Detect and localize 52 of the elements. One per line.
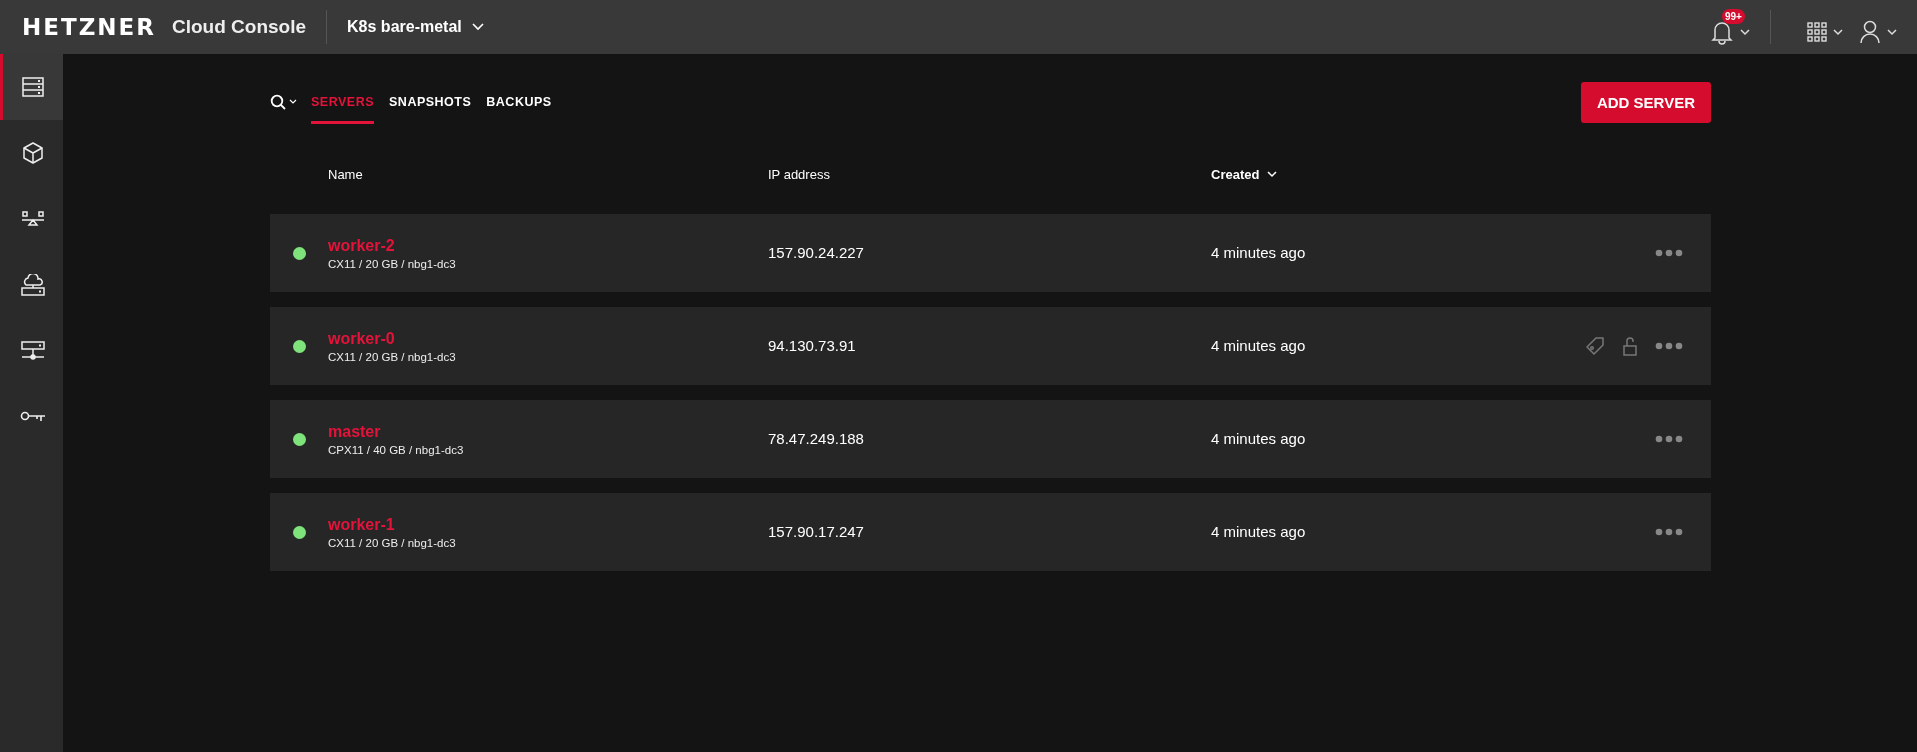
more-options-icon[interactable] [1655, 435, 1683, 443]
server-row[interactable]: worker-2 CX11 / 20 GB / nbg1-dc3 157.90.24.227 4 minutes ago [270, 214, 1711, 292]
bell-icon [1710, 19, 1734, 45]
server-spec: CX11 / 20 GB / nbg1-dc3 [328, 536, 456, 549]
created-time: 4 minutes ago [1211, 244, 1306, 261]
created-time: 4 minutes ago [1211, 523, 1306, 540]
balance-icon [21, 211, 45, 227]
key-icon [20, 411, 46, 423]
sort-caret-icon [1267, 170, 1278, 178]
server-row[interactable]: worker-0 CX11 / 20 GB / nbg1-dc3 94.130.73.91 4 minutes ago [270, 307, 1711, 385]
column-header[interactable]: Created [1211, 166, 1278, 182]
caret-icon [471, 23, 484, 31]
cube-icon [23, 142, 43, 164]
server-row[interactable]: master CPX11 / 40 GB / nbg1-dc3 78.47.249.188 4 minutes ago [270, 400, 1711, 478]
user-icon [1859, 20, 1881, 44]
label-tag-icon[interactable] [1585, 336, 1605, 356]
add-server-button[interactable]: ADD SERVER [1580, 81, 1711, 123]
ip-address: 157.90.17.247 [768, 523, 864, 540]
created-time: 4 minutes ago [1211, 430, 1306, 447]
tab[interactable]: SERVERS [311, 80, 374, 124]
ip-address: 157.90.24.227 [768, 244, 864, 261]
network-icon [21, 341, 45, 361]
project-dropdown[interactable]: K8s bare-metal [347, 18, 484, 36]
server-rack-icon [22, 77, 44, 97]
column-header[interactable]: IP address [768, 166, 830, 182]
ip-address: 94.130.73.91 [768, 337, 856, 354]
column-header[interactable]: Name [328, 166, 363, 182]
notifications-button[interactable]: 99+ [1710, 9, 1750, 45]
caret-icon [1740, 28, 1750, 36]
search-icon [270, 94, 286, 110]
server-row[interactable]: worker-1 CX11 / 20 GB / nbg1-dc3 157.90.17.247 4 minutes ago [270, 493, 1711, 571]
caret-icon [1887, 28, 1897, 36]
more-options-icon[interactable] [1655, 342, 1683, 350]
server-spec: CX11 / 20 GB / nbg1-dc3 [328, 257, 456, 270]
sidebar-item[interactable] [0, 54, 63, 120]
created-time: 4 minutes ago [1211, 337, 1306, 354]
more-options-icon[interactable] [1655, 528, 1683, 536]
ip-address: 78.47.249.188 [768, 430, 864, 447]
tab[interactable]: BACKUPS [486, 80, 552, 124]
caret-icon [1833, 28, 1843, 36]
more-options-icon[interactable] [1655, 249, 1683, 257]
search-button[interactable] [270, 94, 297, 110]
server-spec: CPX11 / 40 GB / nbg1-dc3 [328, 443, 464, 456]
unlocked-padlock-icon[interactable] [1623, 336, 1637, 356]
cloud-server-icon [21, 274, 45, 296]
tab[interactable]: SNAPSHOTS [389, 80, 472, 124]
caret-icon [289, 99, 297, 105]
product-title: Cloud Console [172, 16, 307, 38]
grid-icon [1807, 22, 1827, 42]
notification-badge: 99+ [1722, 9, 1745, 24]
logo[interactable]: HETZNER [22, 14, 156, 40]
server-spec: CX11 / 20 GB / nbg1-dc3 [328, 350, 456, 363]
